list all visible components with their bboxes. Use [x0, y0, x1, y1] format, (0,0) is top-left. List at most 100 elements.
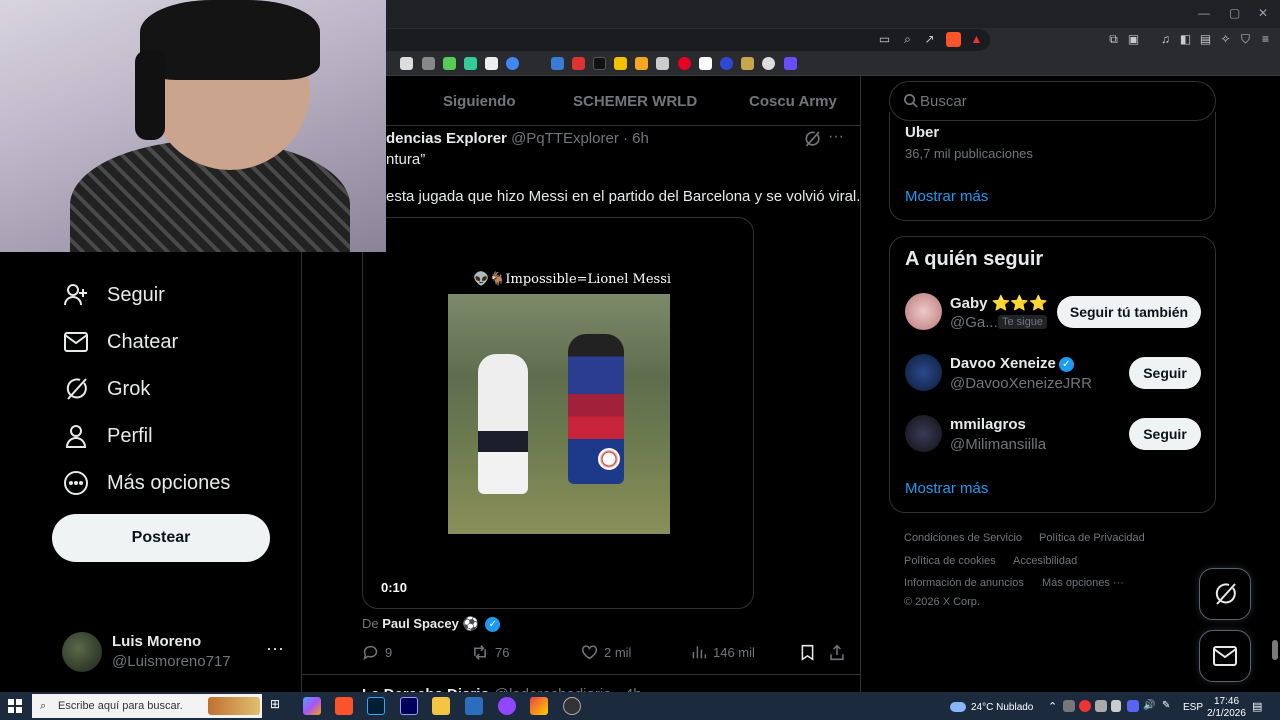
avatar[interactable] — [905, 293, 942, 330]
task-view-icon[interactable]: ⊞ — [270, 697, 288, 715]
scrollbar[interactable] — [1272, 640, 1278, 660]
bookmark-icon[interactable] — [656, 57, 669, 70]
sidebar-icon[interactable]: ◧ — [1178, 32, 1193, 47]
cast-icon[interactable]: ▭ — [877, 32, 892, 47]
tray-icon[interactable] — [1063, 700, 1075, 712]
follow-name-row[interactable]: Davoo Xeneize ✓ — [950, 355, 1074, 372]
bookmark-icon[interactable] — [741, 57, 754, 70]
clock-time[interactable]: 17:46 — [1214, 696, 1239, 707]
file-explorer-icon[interactable] — [432, 697, 450, 715]
bookmark-icon[interactable] — [699, 57, 712, 70]
brave-rewards-icon[interactable]: ▲ — [969, 32, 984, 47]
clock-date[interactable]: 2/1/2026 — [1207, 708, 1246, 719]
tray-icon[interactable] — [1079, 700, 1091, 712]
avatar[interactable] — [905, 354, 942, 391]
extensions-icon[interactable]: ⧉ — [1106, 32, 1121, 47]
obs-icon[interactable] — [563, 697, 581, 715]
tray-icon[interactable] — [1095, 700, 1107, 712]
account-switcher[interactable]: Luis Moreno @Luismoreno717 ··· — [62, 630, 292, 674]
menu-icon[interactable]: ≡ — [1258, 32, 1273, 47]
bookmark-icon[interactable] — [422, 57, 435, 70]
views-button[interactable]: 146 mil — [691, 644, 755, 660]
follow-name[interactable]: Gaby ⭐⭐⭐ — [950, 294, 1048, 312]
footer-link[interactable]: Política de Privacidad — [1039, 532, 1145, 544]
zoom-icon[interactable]: ⌕ — [900, 32, 915, 47]
screenshot-icon[interactable]: ▣ — [1126, 32, 1141, 47]
footer-link[interactable]: Política de cookies — [904, 555, 996, 567]
app-icon[interactable] — [498, 697, 516, 715]
copilot-icon[interactable] — [303, 697, 321, 715]
tab-schemer-wrld[interactable]: SCHEMER WRLD — [573, 93, 697, 110]
nav-profile[interactable]: Perfil — [62, 421, 153, 451]
share-button[interactable] — [829, 644, 845, 661]
photoshop-icon[interactable] — [367, 697, 385, 715]
follow-button[interactable]: Seguir — [1129, 357, 1201, 389]
music-icon[interactable]: ♫ — [1158, 32, 1173, 47]
nav-more-options[interactable]: Más opciones — [62, 468, 230, 498]
windows-start-icon[interactable] — [8, 699, 22, 718]
pinterest-icon[interactable] — [678, 57, 691, 70]
footer-link[interactable]: Más opciones ··· — [1042, 577, 1124, 589]
bookmark-icon[interactable] — [485, 57, 498, 70]
post-button[interactable]: Postear — [52, 514, 270, 562]
avatar[interactable] — [905, 415, 942, 452]
show-more-link[interactable]: Mostrar más — [905, 188, 988, 205]
tweet-time[interactable]: · 6h — [623, 130, 649, 147]
footer-link[interactable]: Condiciones de Servicio — [904, 532, 1022, 544]
nav-grok[interactable]: Grok — [62, 374, 150, 404]
discord-icon[interactable] — [1127, 700, 1139, 712]
microphone-icon[interactable] — [1111, 700, 1121, 712]
follow-button[interactable]: Seguir — [1129, 418, 1201, 450]
nav-follow[interactable]: Seguir — [62, 280, 165, 310]
tweet-more-icon[interactable]: ··· — [828, 128, 844, 146]
nav-chat[interactable]: Chatear — [62, 327, 178, 357]
brave-shield-icon[interactable] — [946, 32, 961, 47]
show-more-link[interactable]: Mostrar más — [905, 480, 988, 497]
bookmark-icon[interactable] — [720, 57, 733, 70]
bookmark-icon[interactable] — [762, 57, 775, 70]
minimize-button[interactable]: — — [1198, 6, 1210, 20]
bookmark-icon[interactable] — [551, 57, 564, 70]
footer-link[interactable]: Información de anuncios — [904, 577, 1024, 589]
tweet-handle[interactable]: @PqTTExplorer — [511, 130, 619, 147]
language-indicator[interactable]: ESP — [1183, 702, 1203, 713]
brave-icon[interactable] — [335, 697, 353, 715]
bookmark-icon[interactable] — [464, 57, 477, 70]
weather-text[interactable]: 24°C Nublado — [971, 702, 1033, 713]
bookmark-icon[interactable] — [784, 57, 797, 70]
source-name[interactable]: Paul Spacey — [382, 616, 459, 631]
tab-coscu-army[interactable]: Coscu Army — [749, 93, 837, 110]
bookmark-icon[interactable] — [400, 57, 413, 70]
bookmark-icon[interactable] — [614, 57, 627, 70]
messages-float-button[interactable] — [1199, 630, 1251, 682]
tweet-video[interactable]: 👽🐐Impossible=Lionel Messi 0:10 — [362, 217, 754, 609]
bookmark-button[interactable] — [800, 644, 815, 661]
tweet-author[interactable]: dencias Explorer — [386, 130, 507, 147]
grok-icon[interactable] — [803, 130, 821, 153]
ai-icon[interactable]: ✧ — [1218, 32, 1233, 47]
reply-button[interactable]: 9 — [362, 644, 392, 661]
more-icon[interactable]: ··· — [266, 638, 284, 659]
chevron-up-icon[interactable]: ⌃ — [1048, 700, 1057, 713]
follow-handle[interactable]: @Ga... — [950, 314, 998, 331]
tab-siguiendo[interactable]: Siguiendo — [443, 93, 516, 110]
address-bar[interactable] — [360, 29, 990, 51]
tiktok-icon[interactable] — [593, 57, 606, 70]
share-icon[interactable]: ↗ — [922, 32, 937, 47]
maximize-button[interactable]: ▢ — [1229, 6, 1240, 20]
trend-name[interactable]: Uber — [905, 124, 939, 141]
follow-name[interactable]: mmilagros — [950, 416, 1026, 433]
pen-icon[interactable]: ✎ — [1162, 700, 1174, 712]
premiere-icon[interactable] — [400, 697, 418, 715]
repost-button[interactable]: 76 — [471, 644, 509, 661]
like-button[interactable]: 2 mil — [581, 644, 631, 661]
grok-float-button[interactable] — [1199, 568, 1251, 620]
wallet-icon[interactable]: ▤ — [1198, 32, 1213, 47]
vpn-icon[interactable]: ⛉ — [1238, 32, 1253, 47]
bookmark-icon[interactable] — [635, 57, 648, 70]
app-icon[interactable] — [465, 697, 483, 715]
notifications-icon[interactable]: ▤ — [1252, 700, 1266, 714]
volume-icon[interactable]: 🔊 — [1143, 700, 1155, 712]
bookmark-icon[interactable] — [443, 57, 456, 70]
follow-handle[interactable]: @Milimansiilla — [950, 436, 1046, 453]
